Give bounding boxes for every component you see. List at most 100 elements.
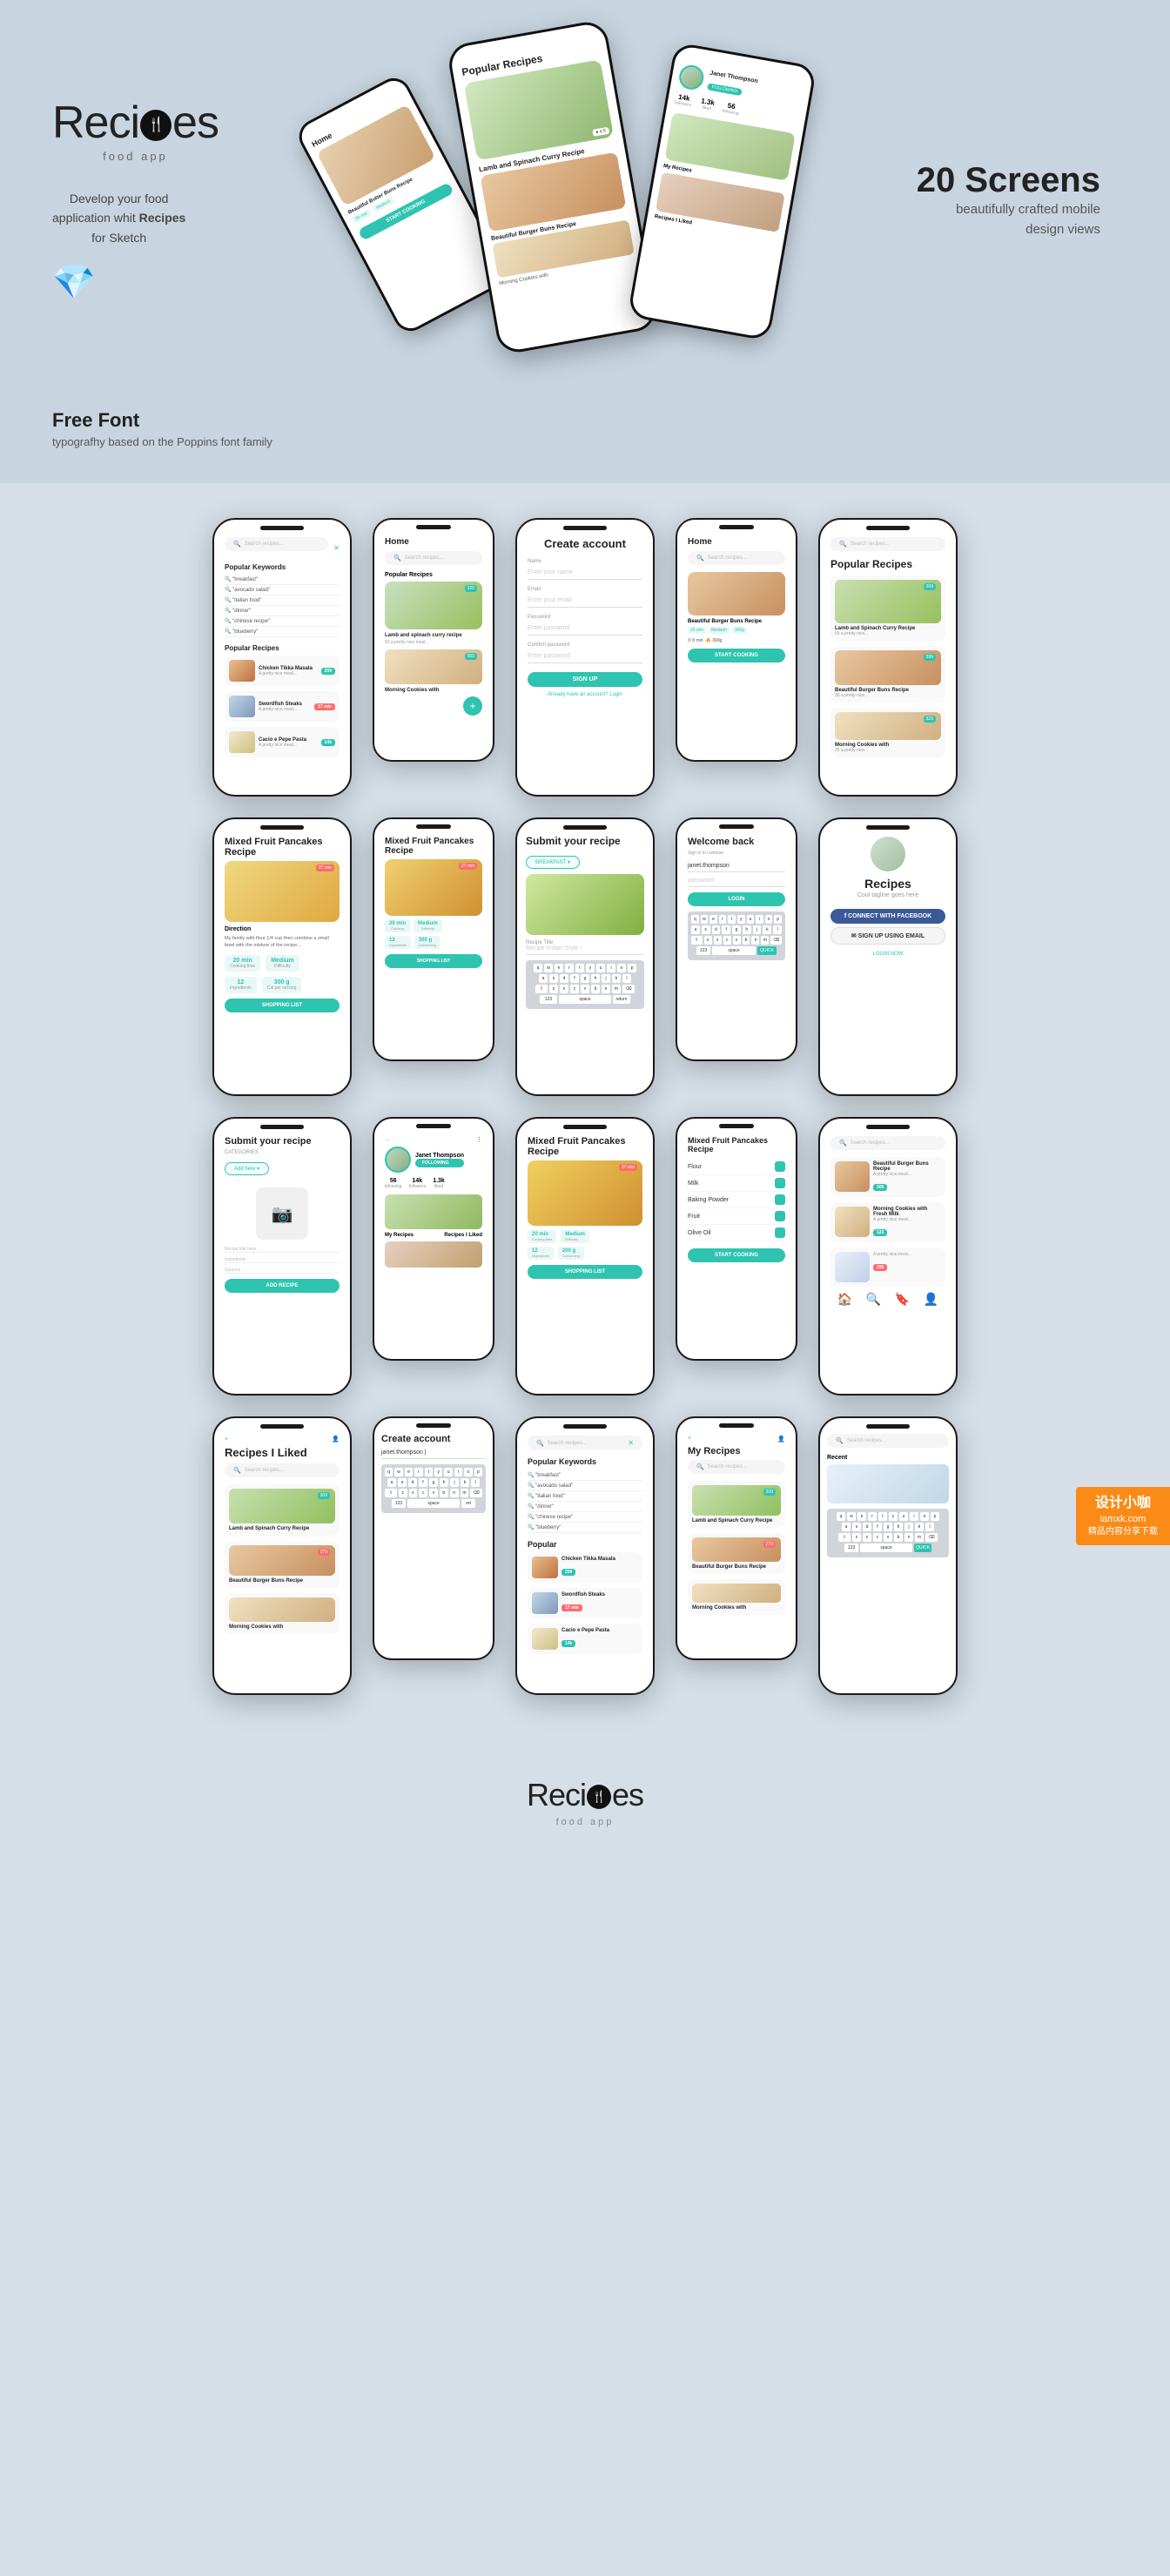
home1-title: Home [385, 537, 482, 547]
keyboard-s3: qwertyuiop asdfghjkl ⇧zxcvbnm⌫ 123 space… [827, 1509, 949, 1557]
screen-home1: Home 🔍Search recipes... Popular Recipes … [374, 520, 493, 760]
home1-search[interactable]: 🔍Search recipes... [385, 551, 482, 565]
home3-title: Mixed Fruit Pancakes Recipe [385, 837, 482, 856]
popular-card-2: 399 Beautiful Burger Buns Recipe 30 a pr… [830, 646, 945, 703]
popular-keywords-title2: Popular Keywords [528, 1457, 642, 1466]
watermark: 设计小咖 iamxk.com 精品内容分享下载 [1076, 1487, 1170, 1546]
confirm-password-input[interactable]: Enter password [528, 649, 642, 663]
start-cooking-btn2[interactable]: START COOKING [688, 1248, 785, 1262]
my-recipes-search[interactable]: 🔍Search recipes... [688, 1460, 785, 1474]
nav-search-icon[interactable]: 🔍 [866, 1292, 881, 1307]
popular-card-1: 309 Lamb and Spinach Curry Recipe 55 a p… [830, 575, 945, 641]
screen-pancake-detail: Mixed Fruit Pancakes Recipe 27 min 20 mi… [517, 1119, 653, 1394]
screen-submit-recipe: Submit your recipe BREAKFAST ▾ Recipe Ti… [517, 819, 653, 1094]
nav-user-icon[interactable]: 👤 [924, 1292, 938, 1307]
back-btn-liked[interactable]: + [225, 1436, 228, 1443]
add-button[interactable]: + [463, 696, 482, 716]
screens-desc: beautifully crafted mobiledesign views [956, 200, 1100, 239]
pk-card-1: Chicken Tikka Masala 209 [528, 1552, 642, 1583]
phones-grid: 🔍 Search recipes... ✕ Popular Keywords 🔍… [0, 483, 1170, 1751]
screen-home3: Mixed Fruit Pancakes Recipe 27 min 20 mi… [374, 819, 493, 1059]
screen-shopping: Mixed Fruit Pancakes Recipe Flour Milk B… [677, 1119, 796, 1359]
keyword-item: 🔍 "chinese recipe" [225, 616, 340, 627]
popular-card-3: 323 Morning Cookies with 25 a pretty nic… [830, 708, 945, 757]
shopping-title: Mixed Fruit Pancakes Recipe [688, 1136, 785, 1153]
nav-home-icon[interactable]: 🏠 [837, 1292, 852, 1307]
keyboard-wb: qwertyuiop asdfghjkl ⇧zxcvbnm⌫ 123 space… [688, 911, 785, 960]
recipes-title: Recipes [830, 877, 945, 891]
connect-fb-btn[interactable]: f CONNECT WITH FACEBOOK [830, 909, 945, 924]
header-left: Reci🍴es food app Develop your foodapplic… [52, 98, 314, 302]
login-btn[interactable]: LOGIN [688, 892, 785, 906]
phone-my-recipes: + 👤 My Recipes 🔍Search recipes... 309 La… [676, 1416, 797, 1660]
ingredients-input[interactable]: Ingredients [225, 1257, 340, 1263]
sign-up-button[interactable]: SIGN UP [528, 672, 642, 687]
search3-recent-img [827, 1464, 949, 1503]
submit2-title: Submit your recipe [225, 1136, 340, 1147]
recipe-title-input2[interactable]: Recipe title here... [225, 1247, 340, 1253]
username-input[interactable]: janet.thompson [688, 863, 785, 872]
email-input[interactable]: Enter your email [528, 594, 642, 608]
username-input2[interactable]: janet.thompson | [381, 1449, 486, 1459]
sources-input[interactable]: Sources [225, 1268, 340, 1274]
start-cooking-btn[interactable]: START COOKING [688, 649, 785, 662]
name-input[interactable]: Enter your name [528, 566, 642, 580]
profile-name: Janet Thompson [415, 1153, 464, 1159]
liked-search[interactable]: 🔍Search recipes... [225, 1463, 340, 1477]
phone-search2: 🔍Search recipes... Beautiful Burger Buns… [818, 1117, 958, 1396]
search-bar[interactable]: 🔍 Search recipes... [225, 537, 328, 551]
password-input-wb[interactable]: password [688, 878, 785, 887]
free-font-title: Free Font [52, 409, 1118, 432]
category-btn[interactable]: BREAKFAST ▾ [526, 856, 580, 869]
recipe-card-cacio: Cacio e Pepe Pasta A pretty nice meal...… [225, 727, 340, 757]
screen-search3: 🔍Search recipes... Recent qwertyuiop asd… [820, 1418, 956, 1693]
follow-button[interactable]: FOLLOWING [415, 1159, 464, 1167]
popular-title: Popular Recipes [830, 558, 945, 570]
screen-recipe-detail: Mixed Fruit Pancakes Recipe 27 min Direc… [214, 819, 350, 1094]
phone-popular: 🔍Search recipes... Popular Recipes 309 L… [818, 518, 958, 797]
login-now-link[interactable]: LOGIN NOW [830, 952, 945, 957]
add-recipe-btn[interactable]: ADD RECIPE [225, 1279, 340, 1293]
recipe-title-input[interactable]: Recipe Title Recipe Indian Style ! [526, 940, 644, 955]
screen-profile: ← ⋮ Janet Thompson FOLLOWING 56 followin… [374, 1119, 493, 1359]
create-account2-title: Create account [381, 1434, 486, 1444]
sketch-icon: 💎 [52, 261, 96, 302]
pancake-img: 27 min [385, 859, 482, 916]
phone-popular-keywords: 🔍Search recipes... ✕ Popular Keywords 🔍 … [515, 1416, 655, 1695]
pancake-detail-title: Mixed Fruit Pancakes Recipe [528, 1136, 642, 1157]
search2-bar[interactable]: 🔍Search recipes... [830, 1136, 945, 1150]
password-input[interactable]: Enter password [528, 622, 642, 636]
photo-upload[interactable]: 📷 [256, 1187, 308, 1240]
nav-bookmark-icon[interactable]: 🔖 [895, 1292, 910, 1307]
home2-title: Home [688, 537, 785, 547]
popular-search[interactable]: 🔍Search recipes... [830, 537, 945, 551]
shopping-list-btn[interactable]: SHOPPING LIST [225, 999, 340, 1012]
phone-create-account2: Create account janet.thompson | qwertyui… [373, 1416, 494, 1660]
phones-row-2: Mixed Fruit Pancakes Recipe 27 min Direc… [26, 817, 1144, 1096]
user-icon-liked[interactable]: 👤 [332, 1436, 340, 1443]
keywords-search[interactable]: 🔍Search recipes... ✕ [528, 1436, 642, 1450]
screen-popular-keywords: 🔍Search recipes... ✕ Popular Keywords 🔍 … [517, 1418, 653, 1693]
sign-up-email-btn[interactable]: ✉ SIGN UP USING EMAIL [830, 927, 945, 945]
home2-search[interactable]: 🔍Search recipes... [688, 551, 785, 565]
login-link[interactable]: Already have an account? Login [528, 692, 642, 697]
profile-liked-img [385, 1241, 482, 1268]
phone-recipe-detail: Mixed Fruit Pancakes Recipe 27 min Direc… [212, 817, 352, 1096]
shopping-list-btn3[interactable]: SHOPPING LIST [528, 1265, 642, 1279]
profile-avatar [385, 1147, 411, 1173]
welcome-title: Welcome back [688, 837, 785, 847]
shopping-list-btn2[interactable]: SHOPPING LIST [385, 954, 482, 968]
free-font-desc: typografhy based on the Poppins font fam… [52, 435, 1118, 448]
phone-welcome-back: Welcome back Sign in to continue janet.t… [676, 817, 797, 1061]
phone-submit-recipe: Submit your recipe BREAKFAST ▾ Recipe Ti… [515, 817, 655, 1096]
categories-btn[interactable]: Add here ▾ [225, 1162, 269, 1175]
search3-bar[interactable]: 🔍Search recipes... [827, 1434, 949, 1448]
keyword-item: 🔍 "italian food" [225, 595, 340, 606]
screen-recipes-page: Recipes Cool tagline goes here f CONNECT… [820, 819, 956, 1094]
phone-search3: 🔍Search recipes... Recent qwertyuiop asd… [818, 1416, 958, 1695]
liked-card-2: 279 Beautiful Burger Buns Recipe [225, 1541, 340, 1588]
submit-img [526, 874, 644, 935]
keyboard-ca: qwertyuiop asdfghjkl ⇧zxcvbnm⌫ 123 space… [381, 1464, 486, 1513]
ingredient-milk: Milk [688, 1175, 785, 1192]
phone-home1: Home 🔍Search recipes... Popular Recipes … [373, 518, 494, 762]
